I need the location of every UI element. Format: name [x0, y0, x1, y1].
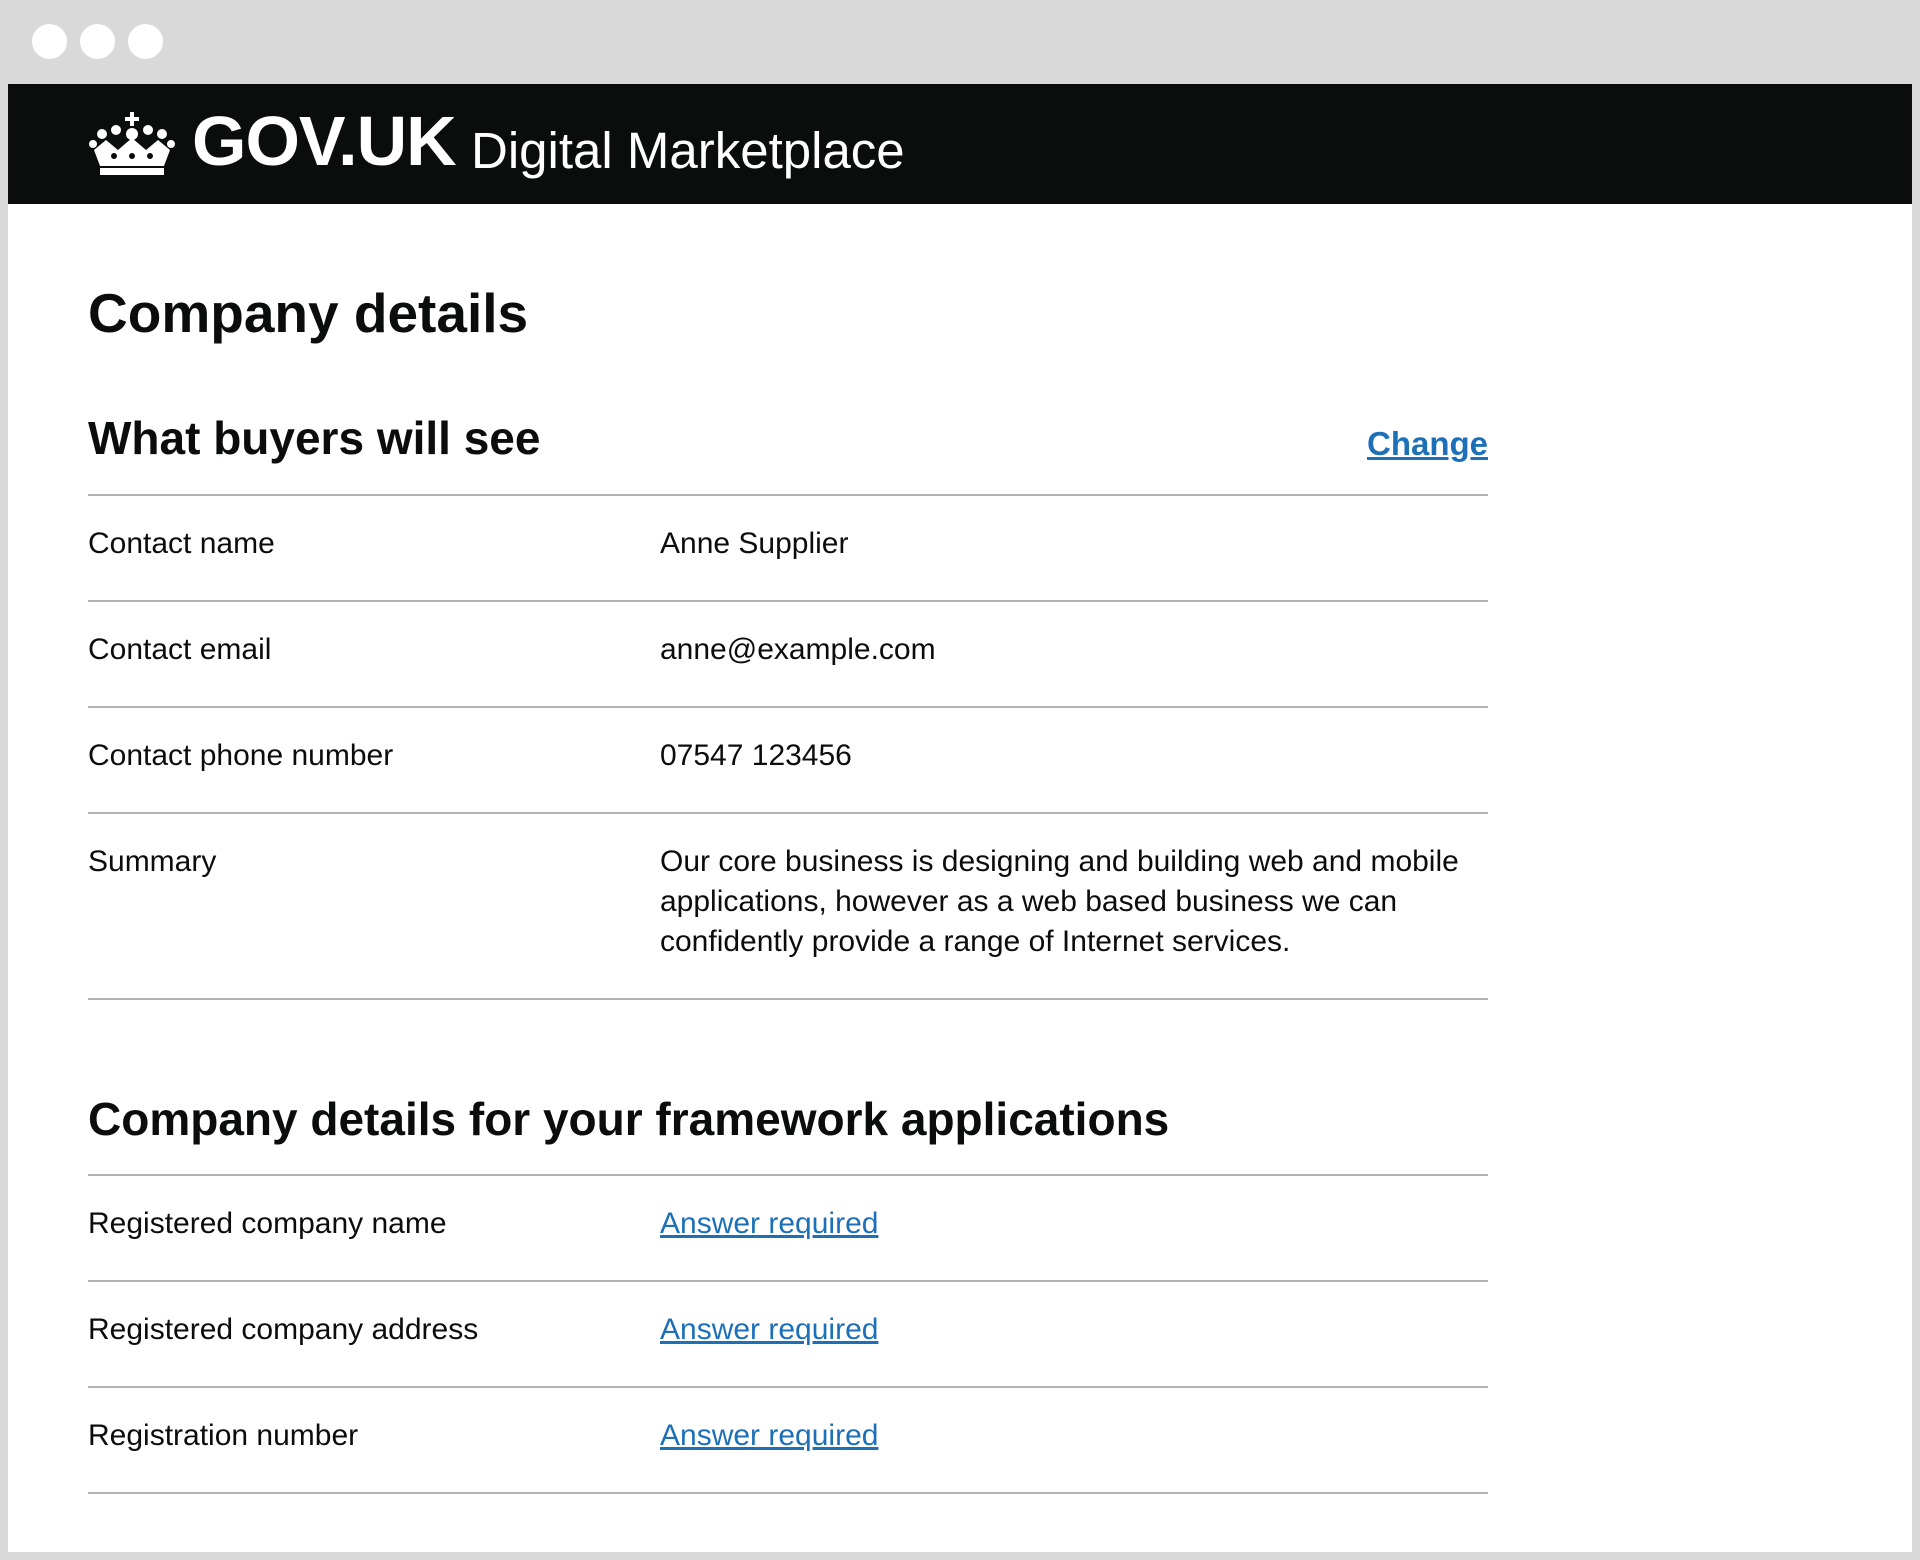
row-value: Anne Supplier: [660, 527, 849, 560]
row-key: Registration number: [88, 1419, 359, 1452]
window-chrome: [0, 0, 1920, 84]
row-key: Summary: [88, 845, 217, 878]
crown-icon[interactable]: [88, 110, 176, 176]
row-key: Registered company address: [88, 1313, 479, 1346]
summary-row-contact-name: Contact name Anne Supplier: [88, 496, 1488, 602]
window-minimize-dot[interactable]: [80, 24, 115, 59]
window-close-dot[interactable]: [32, 24, 67, 59]
row-value: anne@example.com: [660, 633, 936, 666]
summary-row-registered-company-address: Registered company address Answer requir…: [88, 1282, 1488, 1388]
browser-window: GOV.UK Digital Marketplace Company detai…: [0, 0, 1920, 1560]
row-key: Contact email: [88, 633, 272, 666]
site-header: GOV.UK Digital Marketplace: [8, 84, 1912, 204]
row-value: Our core business is designing and build…: [660, 845, 1459, 958]
framework-summary-list: Registered company name Answer required …: [88, 1174, 1488, 1494]
answer-required-link[interactable]: Answer required: [660, 1388, 1488, 1492]
summary-row-contact-phone: Contact phone number 07547 123456: [88, 708, 1488, 814]
framework-section-heading: Company details for your framework appli…: [88, 1093, 1170, 1145]
row-key: Contact name: [88, 527, 275, 560]
buyers-summary-list: Contact name Anne Supplier Contact email…: [88, 494, 1488, 1000]
answer-required-link[interactable]: Answer required: [660, 1282, 1488, 1386]
buyers-section-heading: What buyers will see: [88, 412, 541, 464]
row-key: Registered company name: [88, 1207, 447, 1240]
change-link[interactable]: Change: [1367, 424, 1488, 464]
window-maximize-dot[interactable]: [128, 24, 163, 59]
summary-row-contact-email: Contact email anne@example.com: [88, 602, 1488, 708]
service-name[interactable]: Digital Marketplace: [471, 122, 905, 180]
summary-row-registered-company-name: Registered company name Answer required: [88, 1176, 1488, 1282]
govuk-logo-text[interactable]: GOV.UK: [192, 106, 457, 176]
row-key: Contact phone number: [88, 739, 394, 772]
page: GOV.UK Digital Marketplace Company detai…: [8, 84, 1912, 1552]
summary-row-registration-number: Registration number Answer required: [88, 1388, 1488, 1494]
row-value: 07547 123456: [660, 739, 852, 772]
answer-required-link[interactable]: Answer required: [660, 1176, 1488, 1280]
page-title: Company details: [88, 282, 529, 344]
summary-row-summary: Summary Our core business is designing a…: [88, 814, 1488, 1000]
